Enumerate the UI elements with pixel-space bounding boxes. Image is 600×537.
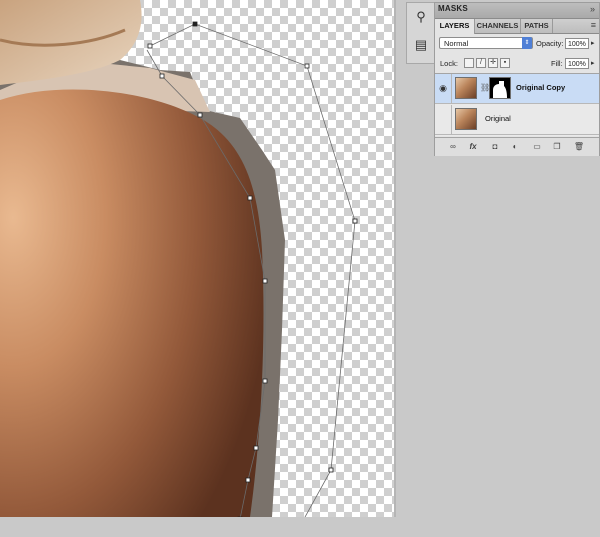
tab-masks[interactable]: MASKS	[438, 4, 468, 13]
layer-name: Original Copy	[516, 83, 566, 92]
tab-paths[interactable]: PATHS	[521, 19, 553, 33]
panel-menu-icon[interactable]: ≡	[591, 20, 596, 30]
lock-row: Lock: / ✛ ▪ Fill: 100% ▸	[435, 54, 599, 70]
add-mask-icon[interactable]: ◘	[489, 141, 501, 153]
fill-arrow-icon[interactable]: ▸	[591, 59, 595, 67]
layers-toolbar: ∞ fx ◘ ◐ ▭ ❐ 🗑	[435, 137, 599, 156]
opacity-arrow-icon[interactable]: ▸	[591, 39, 595, 47]
blend-row: Normal ⇕ Opacity: 100% ▸	[435, 34, 599, 52]
tab-channels[interactable]: CHANNELS	[475, 19, 521, 33]
trash-icon[interactable]: 🗑	[573, 141, 585, 153]
mask-silhouette	[493, 81, 507, 98]
adjustment-icon[interactable]: ◐	[509, 141, 521, 153]
layer-row-original[interactable]: Original	[435, 105, 599, 135]
blend-mode-select[interactable]: Normal ⇕	[439, 37, 533, 49]
layer-name: Original	[485, 114, 511, 123]
fill-field[interactable]: 100%	[565, 58, 589, 69]
adjustments-icon[interactable]: ⚲	[413, 9, 429, 25]
fill-label: Fill:	[551, 59, 563, 68]
lock-image-icon[interactable]: /	[476, 58, 486, 68]
lock-position-icon[interactable]: ✛	[488, 58, 498, 68]
layers-list: ◉ ⛓ Original Copy Original	[435, 73, 599, 136]
lock-label: Lock:	[440, 59, 458, 68]
lock-all-icon[interactable]: ▪	[500, 58, 510, 68]
document-canvas[interactable]	[0, 0, 394, 517]
lock-transparent-icon[interactable]	[464, 58, 474, 68]
panel-tabs: LAYERS CHANNELS PATHS ≡	[435, 19, 599, 34]
layer-mask-thumbnail[interactable]	[489, 77, 511, 99]
fx-icon[interactable]: fx	[467, 141, 479, 153]
layer-row-original-copy[interactable]: ◉ ⛓ Original Copy	[435, 74, 599, 104]
new-layer-icon[interactable]: ❐	[551, 141, 563, 153]
link-icon[interactable]: ∞	[447, 141, 459, 153]
opacity-field[interactable]: 100%	[565, 38, 589, 49]
tab-layers[interactable]: LAYERS	[435, 19, 475, 34]
opacity-label: Opacity:	[536, 39, 564, 48]
eye-hidden-icon[interactable]	[435, 105, 452, 134]
masks-bar: MASKS »	[435, 3, 599, 19]
dropdown-arrow-icon: ⇕	[522, 37, 532, 49]
canvas-edge	[394, 0, 396, 517]
canvas-artwork	[0, 0, 358, 517]
shoulder	[0, 89, 264, 517]
folder-icon[interactable]: ▭	[531, 141, 543, 153]
blend-mode-value: Normal	[444, 39, 469, 48]
panel-dock-strip: ⚲ ▤	[406, 2, 435, 64]
eye-icon[interactable]: ◉	[435, 74, 452, 103]
layer-comps-icon[interactable]: ▤	[413, 37, 429, 53]
layers-panel: MASKS » LAYERS CHANNELS PATHS ≡ Normal ⇕…	[434, 2, 600, 156]
collapse-icon[interactable]: »	[590, 4, 595, 14]
layer-thumbnail	[455, 77, 477, 99]
layer-thumbnail	[455, 108, 477, 130]
